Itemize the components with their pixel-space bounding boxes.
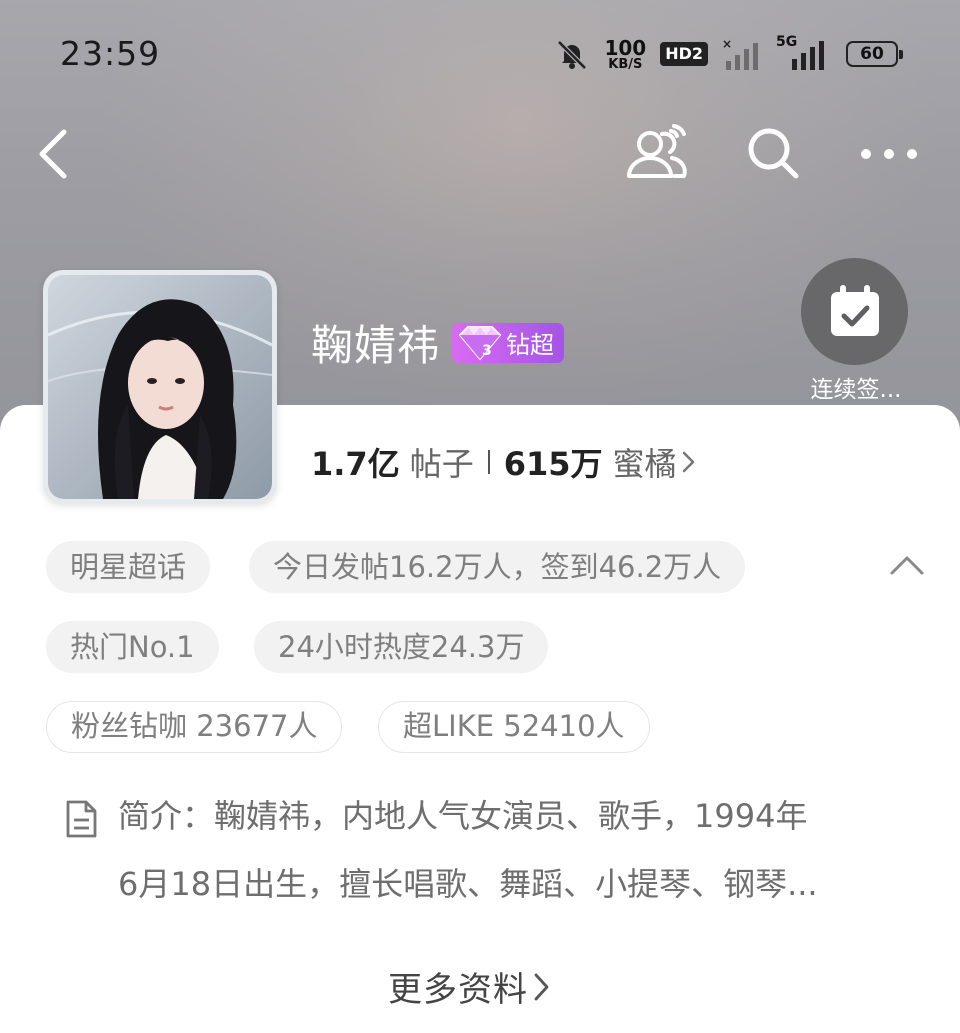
chevron-right-icon: [534, 973, 549, 1000]
search-button[interactable]: [744, 124, 804, 184]
fans-count: 615万: [503, 445, 603, 483]
net-speed-value: 100: [604, 35, 647, 60]
more-icon: [861, 149, 917, 159]
intro-text-line1: 简介：鞠婧祎，内地人气女演员、歌手，1994年: [118, 797, 808, 835]
checkin-label: 连续签...: [810, 377, 902, 403]
checkin-button[interactable]: [801, 258, 908, 365]
more-options-button[interactable]: [856, 134, 922, 174]
calendar-check-icon: [830, 284, 879, 336]
more-info-link[interactable]: 更多资料: [388, 962, 554, 1011]
chevron-right-icon: [682, 451, 694, 473]
hd-badge: HD2: [660, 42, 708, 66]
stats-divider: [487, 450, 490, 474]
search-icon: [748, 128, 799, 179]
tag-super-like[interactable]: 超LIKE 52410人: [378, 701, 650, 753]
fans-label: 蜜橘: [612, 445, 677, 483]
posts-count: 1.7亿: [311, 445, 400, 483]
status-icons: 100 KB/S HD2 × 5G 60: [554, 34, 903, 72]
svg-text:×: ×: [722, 37, 732, 51]
avatar-image: [48, 275, 272, 499]
signal-sim1-icon: ×: [722, 37, 758, 70]
tag-category[interactable]: 明星超话: [46, 541, 211, 593]
intro-text-line2: 6月18日出生，擅长唱歌、舞蹈、小提琴、钢琴...: [118, 865, 818, 903]
avatar-illustration: [48, 275, 272, 499]
net-speed: 100 KB/S: [604, 38, 646, 71]
stats-row[interactable]: 1.7亿 帖子 615万 蜜橘: [311, 440, 697, 484]
avatar[interactable]: [43, 270, 277, 504]
tag-ranking[interactable]: 热门No.1: [46, 621, 219, 673]
document-icon: [66, 800, 97, 838]
more-info-label: 更多资料: [388, 970, 528, 1010]
tag-today-activity[interactable]: 今日发帖16.2万人，签到46.2万人: [249, 541, 746, 593]
level-badge[interactable]: 3 钻超: [452, 322, 565, 363]
battery-level: 60: [860, 44, 884, 64]
chevron-left-icon: [39, 129, 67, 179]
signal-5g-icon: [792, 41, 824, 70]
status-bar: 23:59 100 KB/S HD2 × 5G 60: [0, 0, 960, 105]
battery-indicator: 60: [846, 41, 903, 67]
signal-5g: 5G: [776, 34, 832, 71]
badge-text: 钻超: [506, 331, 555, 359]
chevron-up-icon: [890, 556, 924, 575]
tag-fan-diamond[interactable]: 粉丝钻咖 23677人: [46, 701, 343, 753]
title-row: 鞠婧祎 3 钻超: [311, 312, 565, 373]
diamond-gem-icon: 3: [458, 325, 502, 361]
status-time: 23:59: [60, 34, 161, 73]
collapse-tags-button[interactable]: [884, 545, 930, 585]
svg-text:3: 3: [482, 343, 492, 359]
page-title: 鞠婧祎: [311, 321, 441, 370]
people-icon: [627, 124, 687, 178]
mute-bell-icon: [557, 40, 588, 70]
tag-heat[interactable]: 24小时热度24.3万: [254, 621, 549, 673]
posts-label: 帖子: [409, 445, 474, 483]
net-speed-unit: KB/S: [608, 56, 643, 72]
people-button[interactable]: [624, 120, 694, 184]
back-button[interactable]: [32, 124, 82, 184]
